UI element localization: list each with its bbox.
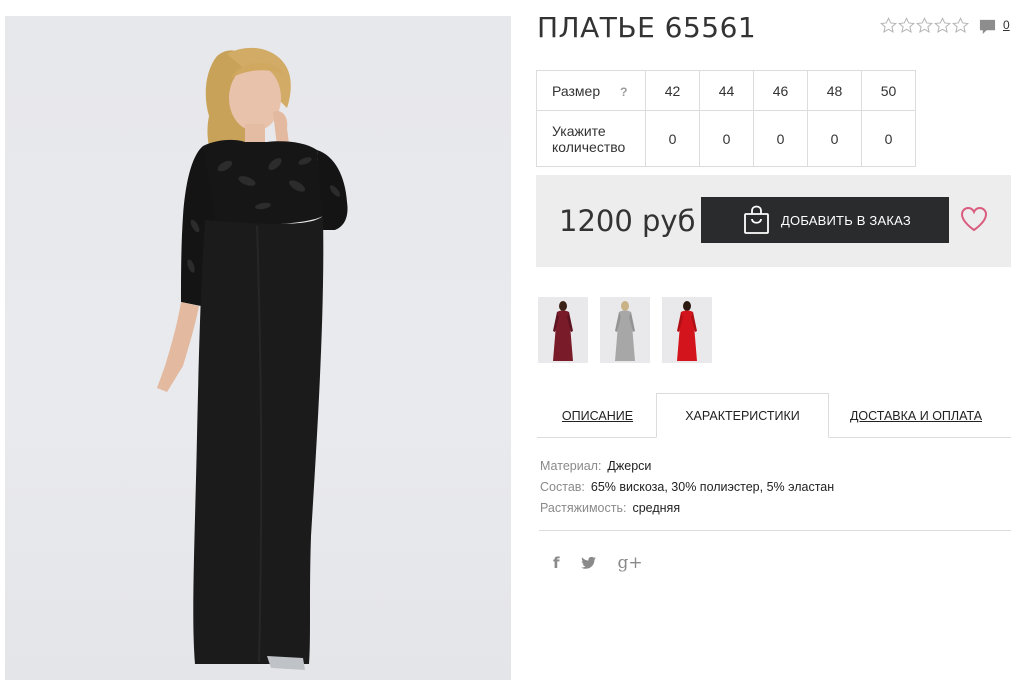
twitter-icon[interactable]: [580, 556, 597, 570]
color-thumbnails: [538, 297, 712, 363]
size-cell: 42: [645, 70, 700, 111]
spec-value: 65% вискоза, 30% полиэстер, 5% эластан: [590, 480, 835, 494]
facebook-icon[interactable]: f: [553, 554, 560, 572]
section-divider: [539, 530, 1011, 531]
spec-value: Джерси: [607, 459, 652, 473]
tab-description[interactable]: ОПИСАНИЕ: [537, 393, 658, 438]
dress-model-illustration: [157, 47, 348, 670]
dress-thumbnail-image: [615, 301, 635, 361]
thumbnail-red[interactable]: [662, 297, 712, 363]
tab-characteristics-label[interactable]: ХАРАКТЕРИСТИКИ: [685, 409, 800, 423]
size-cell: 44: [699, 70, 754, 111]
characteristics-list: Материал: Джерси Состав: 65% вискоза, 30% …: [540, 456, 834, 519]
tab-description-label[interactable]: ОПИСАНИЕ: [562, 409, 633, 423]
comments-count[interactable]: 0: [1003, 18, 1010, 32]
dress-thumbnail-image: [677, 301, 697, 361]
add-to-order-button[interactable]: ДОБАВИТЬ В ЗАКАЗ: [701, 197, 949, 243]
quantity-input[interactable]: 0: [699, 110, 754, 167]
spec-row-material: Материал: Джерси: [540, 456, 834, 477]
quantity-input[interactable]: 0: [807, 110, 862, 167]
size-cell: 48: [807, 70, 862, 111]
quantity-input[interactable]: 0: [753, 110, 808, 167]
star-empty-icon[interactable]: [952, 17, 969, 34]
tab-delivery-payment-label[interactable]: ДОСТАВКА И ОПЛАТА: [850, 409, 982, 423]
add-to-order-label: ДОБАВИТЬ В ЗАКАЗ: [781, 212, 911, 228]
social-share: f g+: [553, 554, 643, 572]
main-product-image[interactable]: [5, 16, 511, 680]
thumbnail-burgundy[interactable]: [538, 297, 588, 363]
quantity-label-cell: Укажите количество: [536, 110, 646, 167]
heart-icon[interactable]: [960, 206, 988, 232]
size-row: Размер? 42 44 46 48 50: [536, 70, 916, 111]
tab-characteristics[interactable]: ХАРАКТЕРИСТИКИ: [656, 393, 829, 438]
spec-row-composition: Состав: 65% вискоза, 30% полиэстер, 5% эл…: [540, 477, 834, 498]
spec-label: Растяжимость:: [540, 501, 627, 515]
product-title: ПЛАТЬЕ 65561: [537, 11, 757, 44]
comment-bubble-icon: [979, 19, 996, 35]
shopping-bag-icon: [744, 205, 769, 234]
star-empty-icon[interactable]: [934, 17, 951, 34]
size-help-icon[interactable]: ?: [620, 85, 627, 99]
size-label-cell: Размер?: [536, 70, 646, 111]
star-empty-icon[interactable]: [880, 17, 897, 34]
spec-label: Состав:: [540, 480, 585, 494]
size-cell: 46: [753, 70, 808, 111]
size-cell: 50: [861, 70, 916, 111]
rating-stars[interactable]: [880, 17, 969, 34]
spec-label: Материал:: [540, 459, 602, 473]
google-plus-icon[interactable]: g+: [618, 554, 643, 572]
size-quantity-table: Размер? 42 44 46 48 50 Укажите количеств…: [536, 70, 916, 167]
star-empty-icon[interactable]: [916, 17, 933, 34]
star-empty-icon[interactable]: [898, 17, 915, 34]
size-label: Размер: [552, 82, 601, 99]
quantity-input[interactable]: 0: [861, 110, 916, 167]
buy-box: 1200 руб ДОБАВИТЬ В ЗАКАЗ: [536, 175, 1011, 267]
spec-row-stretch: Растяжимость: средняя: [540, 498, 834, 519]
product-tabs: ОПИСАНИЕ ХАРАКТЕРИСТИКИ ДОСТАВКА И ОПЛАТ…: [537, 393, 1011, 438]
price: 1200 руб: [559, 204, 696, 238]
quantity-row: Укажите количество 0 0 0 0 0: [536, 110, 916, 167]
thumbnail-grey[interactable]: [600, 297, 650, 363]
dress-thumbnail-image: [553, 301, 573, 361]
comments-link[interactable]: 0: [979, 18, 1010, 35]
quantity-input[interactable]: 0: [645, 110, 700, 167]
spec-value: средняя: [632, 501, 681, 515]
quantity-label-line2: количество: [552, 138, 626, 155]
tab-delivery-payment[interactable]: ДОСТАВКА И ОПЛАТА: [833, 393, 999, 438]
quantity-label-line1: Укажите: [552, 122, 606, 139]
